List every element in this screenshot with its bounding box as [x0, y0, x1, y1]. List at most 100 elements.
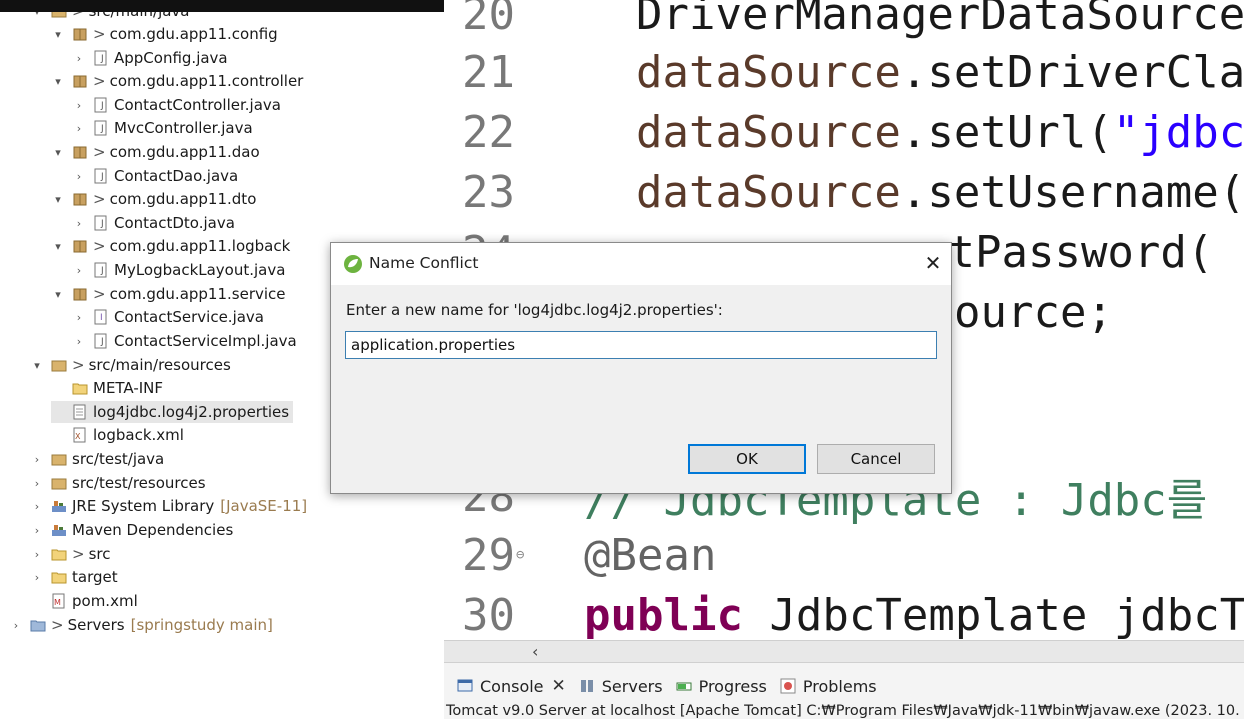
chevron-right-icon[interactable]: › [30, 523, 44, 537]
tree-row-package-controller[interactable]: ▾ > com.gdu.app11.controller [51, 70, 303, 92]
java-interface-icon: I [92, 308, 110, 326]
tree-label: target [72, 568, 118, 586]
chevron-down-icon[interactable]: ▾ [30, 358, 44, 372]
scroll-left-icon[interactable]: ‹ [532, 642, 538, 661]
tree-row-pom-xml[interactable]: M pom.xml [30, 590, 138, 612]
tree-row-src-test-resources[interactable]: › src/test/resources [30, 472, 206, 494]
new-name-input[interactable] [345, 331, 937, 359]
dialog-titlebar[interactable]: Name Conflict ✕ [331, 243, 951, 285]
tree-label: ContactDto.java [114, 214, 235, 232]
chevron-right-icon[interactable]: › [72, 169, 86, 183]
chevron-right-icon[interactable]: › [72, 98, 86, 112]
chevron-right-icon[interactable]: › [30, 547, 44, 561]
tree-label: com.gdu.app11.service [109, 285, 286, 303]
tree-row-mylogbacklayout[interactable]: › J MyLogbackLayout.java [72, 259, 286, 281]
source-folder-icon [50, 450, 68, 468]
code-text: JdbcTemplate jdbcTe [742, 589, 1244, 641]
editor-horizontal-scrollbar[interactable]: ‹ [444, 640, 1244, 662]
tree-label: com.gdu.app11.dto [109, 190, 257, 208]
chevron-right-icon[interactable]: › [72, 216, 86, 230]
tree-row-log4jdbc-properties[interactable]: log4jdbc.log4j2.properties [51, 401, 294, 423]
svg-text:J: J [100, 266, 104, 276]
library-icon [50, 521, 68, 539]
close-icon[interactable]: ✕ [552, 676, 566, 696]
ok-button[interactable]: OK [688, 444, 806, 474]
tree-row-servers[interactable]: › > Servers [springstudy main] [9, 614, 273, 636]
tree-label: Maven Dependencies [72, 521, 234, 539]
tree-row-maven-dependencies[interactable]: › Maven Dependencies [30, 519, 233, 541]
close-icon[interactable]: ✕ [919, 249, 947, 277]
xml-file-icon: X [71, 426, 89, 444]
tree-row-contactserviceimpl[interactable]: › J ContactServiceImpl.java [72, 330, 297, 352]
tree-row-src-test-java[interactable]: › src/test/java [30, 448, 164, 470]
chevron-down-icon[interactable]: ▾ [30, 12, 44, 18]
tree-label: com.gdu.app11.config [109, 25, 278, 43]
tree-row-target[interactable]: › target [30, 566, 118, 588]
name-conflict-dialog: Name Conflict ✕ Enter a new name for 'lo… [330, 242, 952, 494]
tree-label: src/main/java [89, 12, 190, 20]
svg-text:J: J [100, 124, 104, 134]
chevron-right-icon[interactable]: › [30, 570, 44, 584]
chevron-right-icon[interactable]: › [72, 263, 86, 277]
chevron-down-icon[interactable]: ▾ [51, 74, 65, 88]
spring-leaf-icon [343, 254, 363, 274]
tree-label: ContactDao.java [114, 167, 239, 185]
code-line-29: 29 ⊖ @Bean [444, 525, 1244, 585]
chevron-down-icon[interactable]: ▾ [51, 145, 65, 159]
tree-row-contactcontroller[interactable]: › J ContactController.java [72, 94, 281, 116]
properties-file-icon [71, 403, 89, 421]
tab-problems[interactable]: Problems [779, 677, 877, 696]
line-number: 20 [462, 0, 515, 40]
tree-row-contactdao[interactable]: › J ContactDao.java [72, 165, 238, 187]
chevron-right-icon[interactable]: › [72, 121, 86, 135]
svg-text:J: J [100, 337, 104, 347]
svg-text:M: M [54, 598, 61, 607]
chevron-right-icon[interactable]: › [72, 310, 86, 324]
cancel-button[interactable]: Cancel [817, 444, 935, 474]
tree-row-logback-xml[interactable]: X logback.xml [51, 424, 184, 446]
code-call: .setUrl( [900, 106, 1113, 158]
chevron-right-icon[interactable]: › [72, 51, 86, 65]
folder-icon [50, 545, 68, 563]
tree-row-src-main-resources[interactable]: ▾ > src/main/resources [30, 354, 231, 376]
java-file-icon: J [92, 332, 110, 350]
chevron-right-icon[interactable]: › [9, 618, 23, 632]
code-object: dataSource [636, 166, 901, 218]
tree-row-contactdto[interactable]: › J ContactDto.java [72, 212, 235, 234]
tree-label: logback.xml [93, 426, 184, 444]
maven-file-icon: M [50, 592, 68, 610]
chevron-down-icon[interactable]: ▾ [51, 192, 65, 206]
code-call: .setUsername( [900, 166, 1244, 218]
tab-servers[interactable]: Servers [578, 677, 663, 696]
chevron-right-icon[interactable]: › [30, 452, 44, 466]
tree-row-package-service[interactable]: ▾ > com.gdu.app11.service [51, 283, 286, 305]
java-file-icon: J [92, 261, 110, 279]
tree-row-meta-inf[interactable]: META-INF [51, 377, 163, 399]
tree-label: ContactController.java [114, 96, 281, 114]
java-file-icon: J [92, 214, 110, 232]
chevron-down-icon[interactable]: ▾ [51, 27, 65, 41]
chevron-right-icon[interactable]: › [30, 476, 44, 490]
tab-progress[interactable]: Progress [675, 677, 767, 696]
console-icon [456, 677, 474, 695]
tree-row-package-logback[interactable]: ▾ > com.gdu.app11.logback [51, 235, 290, 257]
tree-row-contactservice[interactable]: › I ContactService.java [72, 306, 264, 328]
tree-row-src[interactable]: › > src [30, 543, 111, 565]
java-file-icon: J [92, 119, 110, 137]
chevron-down-icon[interactable]: ▾ [51, 239, 65, 253]
tree-row-mvccontroller[interactable]: › J MvcController.java [72, 117, 253, 139]
servers-icon [578, 677, 596, 695]
console-status-text: Tomcat v9.0 Server at localhost [Apache … [446, 703, 1244, 719]
chevron-right-icon[interactable]: › [30, 499, 44, 513]
chevron-down-icon[interactable]: ▾ [51, 287, 65, 301]
tree-row-package-dto[interactable]: ▾ > com.gdu.app11.dto [51, 188, 256, 210]
java-file-icon: J [92, 49, 110, 67]
tree-row-src-main-java[interactable]: ▾ > src/main/java [30, 12, 190, 22]
tree-row-jre-system-library[interactable]: › JRE System Library [JavaSE-11] [30, 495, 307, 517]
fold-toggle-icon[interactable]: ⊖ [516, 547, 524, 563]
chevron-right-icon[interactable]: › [72, 334, 86, 348]
tree-row-package-config[interactable]: ▾ > com.gdu.app11.config [51, 23, 278, 45]
tree-row-package-dao[interactable]: ▾ > com.gdu.app11.dao [51, 141, 259, 163]
tree-row-appconfig[interactable]: › J AppConfig.java [72, 47, 228, 69]
tab-console[interactable]: Console ✕ [456, 676, 566, 696]
